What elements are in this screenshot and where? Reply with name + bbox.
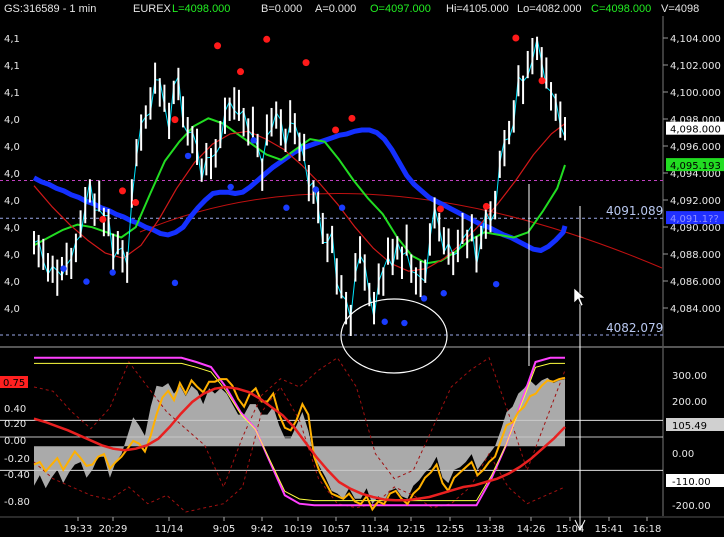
swing-high-dot[interactable]	[237, 68, 244, 76]
price-tick-label: 4,102.000	[670, 61, 721, 72]
price-tick-label: 4,086.000	[670, 277, 721, 288]
oscillator-tick-label-right: 200.00	[672, 397, 707, 408]
time-tick-label: 11/14	[155, 524, 184, 535]
header-last: L=4098.000	[172, 3, 230, 15]
oscillator-tick-label-left: -0.40	[4, 470, 30, 481]
header-low: Lo=4082.000	[517, 3, 582, 15]
price-tick-label-left: 4,0	[4, 115, 20, 126]
time-tick-label: 10:57	[322, 524, 351, 535]
header-exchange: EUREX	[133, 3, 172, 15]
header-symbol: GS:316589 - 1 min	[4, 3, 96, 15]
time-tick-label: 11:34	[361, 524, 390, 535]
price-tick-label-left: 4,0	[4, 169, 20, 180]
swing-high-dot[interactable]	[482, 202, 490, 210]
price-tick-label-left: 4,0	[4, 304, 20, 315]
swing-low-dot[interactable]	[250, 137, 257, 144]
swing-low-dot[interactable]	[171, 279, 179, 287]
time-tick-label: 14:26	[517, 524, 546, 535]
price-tick-label: 4,096.000	[670, 142, 721, 153]
price-tick-label-left: 4,0	[4, 196, 20, 207]
header-open: O=4097.000	[370, 3, 431, 15]
swing-high-dot[interactable]	[302, 59, 310, 67]
swing-low-dot[interactable]	[420, 295, 428, 302]
oscillator-tick-label-left: 0.00	[4, 436, 26, 447]
time-tick-label: 10:19	[284, 524, 313, 535]
swing-high-dot[interactable]	[538, 77, 546, 85]
time-tick-label: 20:29	[99, 524, 128, 535]
oscillator-tick-label-right: 300.00	[672, 371, 707, 382]
swing-high-dot[interactable]	[436, 205, 444, 213]
swing-low-dot[interactable]	[492, 280, 500, 288]
swing-low-dot[interactable]	[60, 265, 67, 272]
oscillator-tick-label-right: 0.00	[672, 449, 694, 460]
swing-low-dot[interactable]	[312, 186, 320, 193]
swing-low-dot[interactable]	[381, 318, 388, 325]
price-tick-label-left: 4,0	[4, 250, 20, 261]
swing-high-dot[interactable]	[99, 215, 107, 223]
swing-low-dot[interactable]	[227, 183, 234, 191]
price-badge-label: 4,098.000	[670, 125, 721, 136]
time-tick-label: 12:15	[397, 524, 426, 535]
swing-low-dot[interactable]	[83, 278, 90, 285]
price-badge-label: 4,091.1??	[670, 214, 719, 225]
price-tick-label: 4,088.000	[670, 250, 721, 261]
price-tick-label: 4,092.000	[670, 196, 721, 207]
trading-chart[interactable]: GS:316589 - 1 min EUREX L=4098.000 B=0.0…	[0, 0, 724, 537]
price-tick-label-left: 4,1	[4, 61, 20, 72]
oscillator-badge-label: -110.00	[672, 477, 711, 488]
header-volume: V=4098	[661, 3, 699, 15]
price-tick-label: 4,084.000	[670, 304, 721, 315]
swing-high-dot[interactable]	[512, 34, 520, 42]
price-panel[interactable]	[0, 0, 724, 346]
time-tick-label: 13:38	[476, 524, 505, 535]
price-level-label: 4091.089	[606, 204, 663, 218]
price-tick-label-left: 4,0	[4, 277, 20, 288]
swing-low-dot[interactable]	[109, 269, 116, 276]
price-badge-label: 4,095.193	[670, 161, 721, 172]
oscillator-tick-label-left: -0.80	[4, 497, 30, 508]
header-ask: A=0.000	[315, 3, 356, 15]
header-high: Hi=4105.000	[446, 3, 509, 15]
price-tick-label-left: 4,1	[4, 88, 20, 99]
oscillator-tick-label-right: -200.00	[672, 501, 711, 512]
oscillator-tick-label-left: -0.20	[4, 454, 30, 465]
header-close: C=4098.000	[591, 3, 651, 15]
swing-high-dot[interactable]	[263, 35, 271, 43]
swing-high-dot[interactable]	[348, 114, 356, 122]
oscillator-tick-label-left: 0.40	[4, 404, 26, 415]
price-tick-label-left: 4,1	[4, 34, 20, 45]
time-tick-label: 12:55	[436, 524, 465, 535]
price-tick-label-left: 4,0	[4, 223, 20, 234]
header-bid: B=0.000	[261, 3, 302, 15]
oscillator-badge-label: 105.49	[672, 421, 707, 432]
time-tick-label: 19:33	[64, 524, 93, 535]
swing-low-dot[interactable]	[440, 290, 447, 297]
swing-low-dot[interactable]	[184, 152, 192, 160]
swing-high-dot[interactable]	[171, 116, 179, 124]
time-tick-label: 9:05	[213, 524, 235, 535]
swing-high-dot[interactable]	[132, 199, 140, 207]
time-tick-label: 16:18	[633, 524, 662, 535]
time-axis: 19:33 20:29 11/14 9:05 9:42 10:19 10:57 11:34 12…	[0, 516, 724, 535]
swing-low-dot[interactable]	[338, 204, 346, 211]
time-tick-label: 9:42	[251, 524, 273, 535]
swing-high-dot[interactable]	[332, 126, 340, 134]
price-tick-label-left: 4,0	[4, 142, 20, 153]
oscillator-badge-label: 0.75	[3, 378, 25, 389]
swing-low-dot[interactable]	[401, 319, 408, 327]
swing-low-dot[interactable]	[283, 204, 290, 211]
swing-high-dot[interactable]	[214, 42, 222, 50]
swing-high-dot[interactable]	[119, 187, 126, 195]
price-tick-label: 4,100.000	[670, 88, 721, 99]
price-tick-label: 4,104.000	[670, 34, 721, 45]
price-level-label: 4082.079	[606, 321, 663, 335]
time-tick-label: 15:41	[595, 524, 624, 535]
oscillator-tick-label-left: 0.20	[4, 419, 26, 430]
